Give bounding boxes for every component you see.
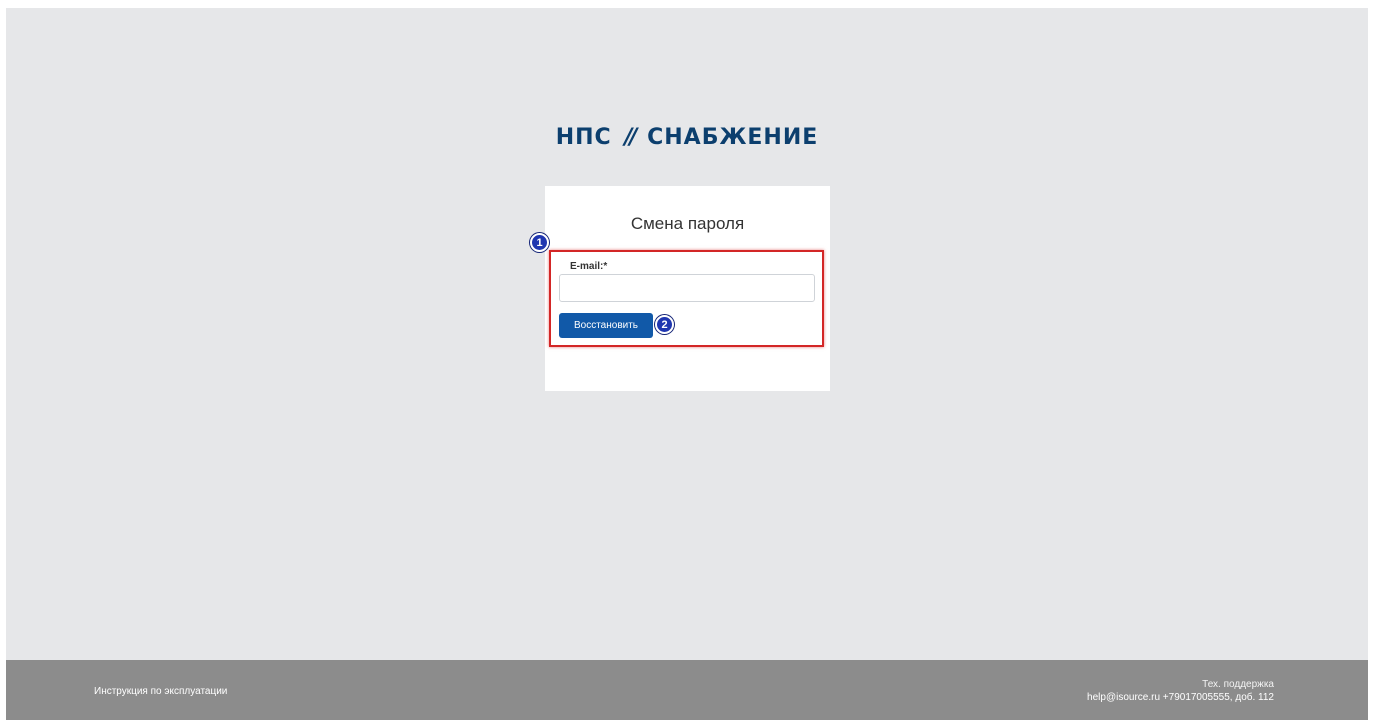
logo-right-word: СНАБЖЕНИЕ [647, 124, 819, 150]
manual-link[interactable]: Инструкция по эксплуатации [94, 686, 227, 697]
restore-button[interactable]: Восстановить [559, 313, 653, 338]
support-info: Тех. поддержка help@isource.ru +79017005… [1087, 678, 1274, 704]
footer: Инструкция по эксплуатации Тех. поддержк… [6, 660, 1368, 720]
logo: НПС // СНАБЖЕНИЕ [547, 123, 827, 151]
logo-slash: // [624, 124, 637, 150]
email-label: E-mail:* [570, 261, 608, 272]
logo-left-word: НПС [555, 124, 612, 150]
annotation-badge-1: 1 [530, 233, 549, 252]
logo-text: НПС // СНАБЖЕНИЕ [556, 125, 819, 150]
support-title: Тех. поддержка [1202, 679, 1274, 690]
card-title: Смена пароля [630, 214, 745, 233]
support-contact: help@isource.ru +79017005555, доб. 112 [1087, 692, 1274, 703]
annotation-badge-2: 2 [655, 315, 674, 334]
email-field[interactable] [559, 274, 815, 302]
